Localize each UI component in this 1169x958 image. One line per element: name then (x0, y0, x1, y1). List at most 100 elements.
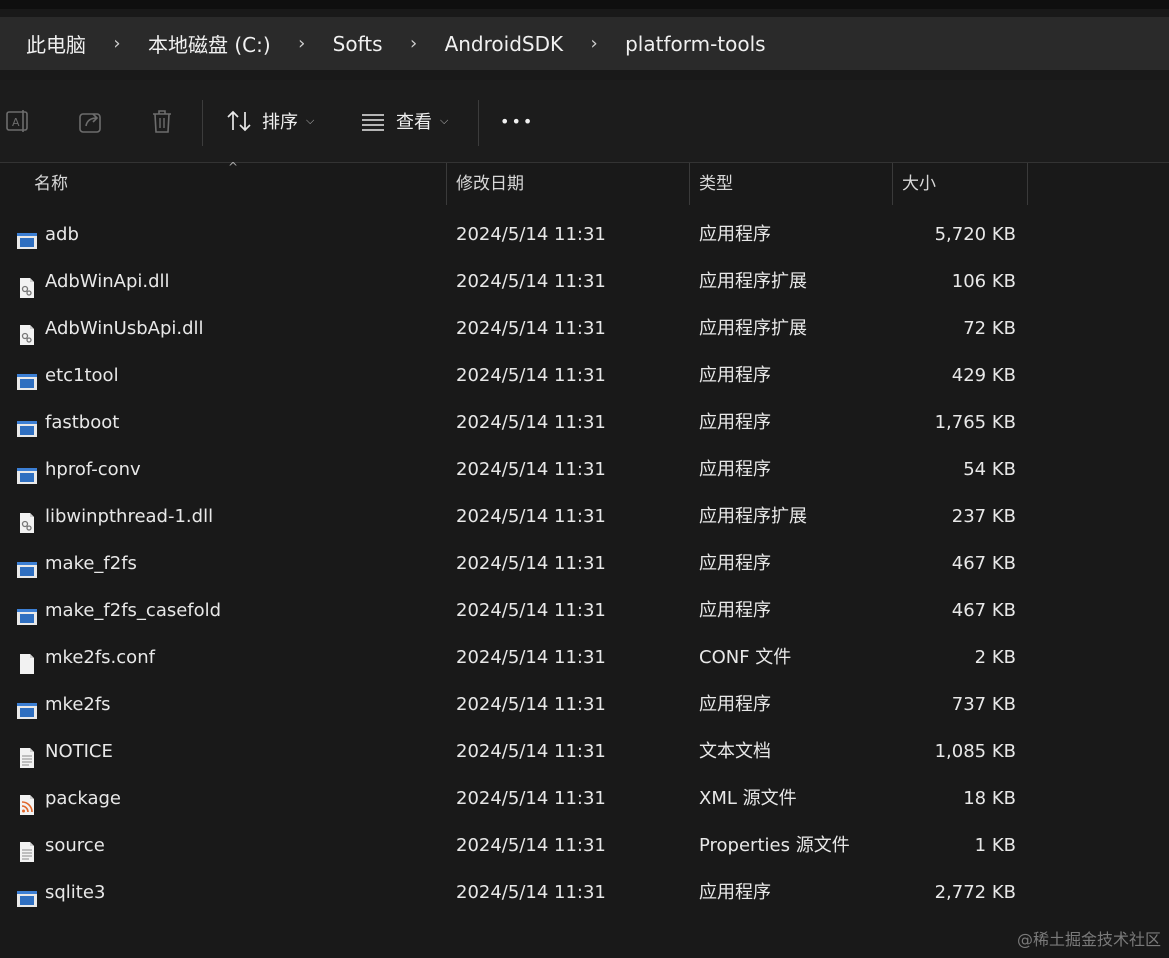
file-size: 237 KB (951, 506, 1016, 527)
column-header: 名称 修改日期 类型 大小 (0, 163, 1169, 205)
file-type: 应用程序扩展 (699, 506, 807, 527)
file-date: 2024/5/14 11:31 (456, 365, 606, 386)
file-row[interactable]: NOTICE 2024/5/14 11:31 文本文档 1,085 KB (0, 728, 1169, 775)
column-type[interactable]: 类型 (699, 163, 733, 205)
file-row[interactable]: fastboot 2024/5/14 11:31 应用程序 1,765 KB (0, 399, 1169, 446)
watermark: @稀土掘金技术社区 (1016, 930, 1161, 949)
chevron-right-icon[interactable]: › (383, 33, 445, 54)
exe-icon (16, 223, 38, 249)
file-name: adb (45, 224, 79, 245)
file-row[interactable]: adb 2024/5/14 11:31 应用程序 5,720 KB (0, 211, 1169, 258)
svg-text:A: A (12, 116, 20, 129)
file-size: 2 KB (974, 647, 1016, 668)
file-name: NOTICE (45, 741, 113, 762)
file-row[interactable]: libwinpthread-1.dll 2024/5/14 11:31 应用程序扩展… (0, 493, 1169, 540)
share-button[interactable] (78, 80, 104, 162)
file-size: 18 KB (963, 788, 1016, 809)
file-row[interactable]: package 2024/5/14 11:31 XML 源文件 18 KB (0, 775, 1169, 822)
column-name[interactable]: 名称 (34, 163, 68, 205)
file-date: 2024/5/14 11:31 (456, 412, 606, 433)
file-type: 应用程序 (699, 224, 771, 245)
file-size: 737 KB (951, 694, 1016, 715)
file-type: 应用程序 (699, 600, 771, 621)
exe-icon (16, 881, 38, 907)
file-date: 2024/5/14 11:31 (456, 741, 606, 762)
delete-button[interactable] (149, 80, 175, 162)
file-name: source (45, 835, 105, 856)
chevron-right-icon[interactable]: › (86, 33, 148, 54)
chevron-right-icon[interactable]: › (271, 33, 333, 54)
file-size: 429 KB (951, 365, 1016, 386)
file-name: mke2fs.conf (45, 647, 155, 668)
file-row[interactable]: etc1tool 2024/5/14 11:31 应用程序 429 KB (0, 352, 1169, 399)
file-row[interactable]: hprof-conv 2024/5/14 11:31 应用程序 54 KB (0, 446, 1169, 493)
file-type: 应用程序 (699, 882, 771, 903)
file-size: 1 KB (974, 835, 1016, 856)
file-name: fastboot (45, 412, 120, 433)
sort-icon (226, 108, 252, 134)
file-name: make_f2fs_casefold (45, 600, 222, 621)
column-divider[interactable] (892, 163, 893, 205)
exe-icon (16, 552, 38, 578)
breadcrumb: 此电脑 › 本地磁盘 (C:) › Softs › AndroidSDK › p… (0, 17, 1169, 70)
column-date[interactable]: 修改日期 (456, 163, 524, 205)
breadcrumb-local-disk[interactable]: 本地磁盘 (C:) (148, 29, 271, 58)
rename-icon: A (5, 108, 31, 134)
file-icon (16, 646, 38, 674)
file-row[interactable]: source 2024/5/14 11:31 Properties 源文件 1 KB (0, 822, 1169, 869)
file-size: 1,085 KB (934, 741, 1016, 762)
xml-feed-icon (16, 787, 38, 815)
chevron-right-icon[interactable]: › (563, 33, 625, 54)
file-row[interactable]: mke2fs.conf 2024/5/14 11:31 CONF 文件 2 KB (0, 634, 1169, 681)
trash-icon (149, 108, 175, 134)
sort-label: 排序 (262, 112, 298, 133)
breadcrumb-platform-tools[interactable]: platform-tools (625, 32, 766, 56)
file-size: 54 KB (963, 459, 1016, 480)
exe-icon (16, 364, 38, 390)
file-row[interactable]: make_f2fs 2024/5/14 11:31 应用程序 467 KB (0, 540, 1169, 587)
file-size: 467 KB (951, 553, 1016, 574)
file-name: AdbWinUsbApi.dll (45, 318, 204, 339)
file-row[interactable]: AdbWinUsbApi.dll 2024/5/14 11:31 应用程序扩展 72 … (0, 305, 1169, 352)
file-row[interactable]: sqlite3 2024/5/14 11:31 应用程序 2,772 KB (0, 869, 1169, 916)
file-type: 应用程序 (699, 553, 771, 574)
file-size: 2,772 KB (934, 882, 1016, 903)
column-divider[interactable] (446, 163, 447, 205)
file-list: adb 2024/5/14 11:31 应用程序 5,720 KB AdbWinApi.… (0, 211, 1169, 916)
file-name: package (45, 788, 121, 809)
dll-icon (16, 270, 38, 298)
exe-icon (16, 599, 38, 625)
file-date: 2024/5/14 11:31 (456, 647, 606, 668)
share-icon (78, 108, 104, 134)
view-list-icon (360, 108, 386, 134)
file-date: 2024/5/14 11:31 (456, 788, 606, 809)
dll-icon (16, 505, 38, 533)
file-date: 2024/5/14 11:31 (456, 835, 606, 856)
file-date: 2024/5/14 11:31 (456, 224, 606, 245)
toolbar-divider (202, 100, 203, 146)
file-row[interactable]: mke2fs 2024/5/14 11:31 应用程序 737 KB (0, 681, 1169, 728)
column-divider[interactable] (689, 163, 690, 205)
file-size: 106 KB (951, 271, 1016, 292)
file-date: 2024/5/14 11:31 (456, 506, 606, 527)
file-type: Properties 源文件 (699, 835, 850, 856)
rename-button[interactable]: A (5, 80, 31, 162)
file-row[interactable]: AdbWinApi.dll 2024/5/14 11:31 应用程序扩展 106 KB (0, 258, 1169, 305)
column-divider[interactable] (1027, 163, 1028, 205)
chevron-down-icon: ⌵ (440, 114, 449, 127)
file-row[interactable]: make_f2fs_casefold 2024/5/14 11:31 应用程序 467… (0, 587, 1169, 634)
sort-button[interactable]: 排序 ⌵ (226, 80, 314, 162)
more-options-button[interactable]: ••• (500, 80, 534, 162)
breadcrumb-this-pc[interactable]: 此电脑 (26, 29, 86, 58)
breadcrumb-androidsdk[interactable]: AndroidSDK (445, 32, 564, 56)
file-date: 2024/5/14 11:31 (456, 694, 606, 715)
file-type: 应用程序扩展 (699, 271, 807, 292)
exe-icon (16, 411, 38, 437)
view-label: 查看 (396, 112, 432, 133)
column-size[interactable]: 大小 (902, 163, 936, 205)
chevron-down-icon: ⌵ (306, 114, 315, 127)
dll-icon (16, 317, 38, 345)
file-type: XML 源文件 (699, 788, 797, 809)
view-button[interactable]: 查看 ⌵ (360, 80, 448, 162)
breadcrumb-softs[interactable]: Softs (333, 32, 383, 56)
